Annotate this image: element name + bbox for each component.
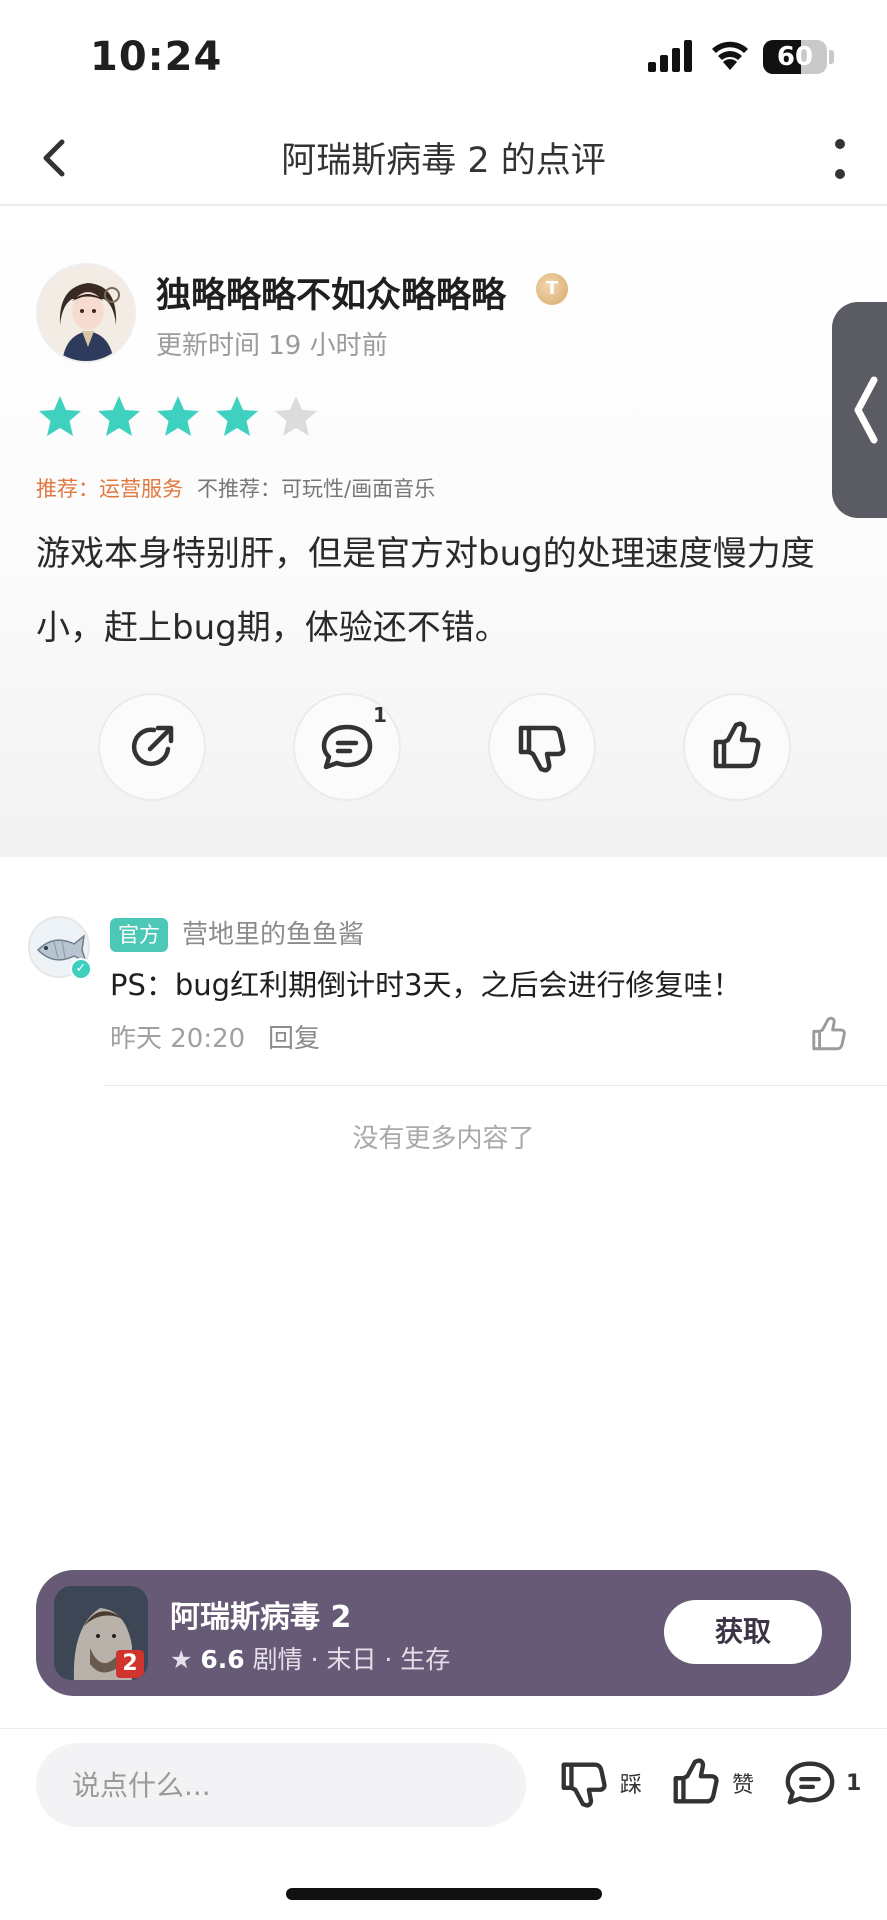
avatar-illustration [38, 265, 134, 361]
game-rating: 6.6 [200, 1645, 245, 1674]
not-recommend-value: 可玩性/画面音乐 [281, 477, 436, 501]
like-button[interactable] [683, 693, 791, 801]
comment-icon [321, 724, 373, 770]
nav-bar: 阿瑞斯病毒 2 的点评 [0, 110, 887, 206]
like-action[interactable]: 赞 [668, 1753, 754, 1813]
home-indicator[interactable] [286, 1888, 602, 1900]
comment-time: 昨天 20:20 [110, 1024, 246, 1054]
status-time: 10:24 [90, 34, 223, 80]
dislike-action[interactable]: 踩 [556, 1753, 642, 1813]
chevron-left-icon [854, 376, 878, 444]
recommend-tags: 推荐：运营服务 不推荐：可玩性/画面音乐 [36, 473, 435, 503]
review-text: 游戏本身特别肝，但是官方对bug的处理速度慢力度小，赶上bug期，体验还不错。 [36, 534, 815, 648]
star-icon [275, 396, 317, 436]
game-icon: 2 [54, 1586, 148, 1680]
page-title: 阿瑞斯病毒 2 的点评 [281, 141, 606, 181]
comment-input[interactable] [36, 1743, 526, 1827]
share-icon [131, 725, 174, 766]
review-username[interactable]: 独略略略不如众略略略 [156, 267, 506, 318]
share-button[interactable] [98, 693, 206, 801]
wifi-icon [712, 41, 748, 70]
battery-tip [829, 50, 834, 64]
thumbs-up-icon[interactable] [808, 1014, 850, 1056]
comment-icon [785, 1761, 835, 1805]
recommend-label: 推荐： [36, 477, 99, 501]
dislike-button[interactable] [488, 693, 596, 801]
user-avatar[interactable] [36, 263, 136, 363]
thumbs-up-icon [713, 721, 761, 769]
more-vertical-icon[interactable] [820, 134, 860, 186]
verified-icon: ✓ [70, 958, 92, 980]
star-icon [98, 396, 140, 436]
reply-button[interactable]: 回复 [268, 1018, 320, 1055]
battery-level: 60 [776, 42, 814, 72]
comment-count: 1 [373, 703, 387, 727]
star-icon [157, 396, 199, 436]
review-actions: 1 [98, 693, 791, 803]
star-icon [216, 396, 258, 436]
side-drawer-handle[interactable] [832, 302, 887, 518]
commenter-name[interactable]: 营地里的鱼鱼酱 [182, 918, 364, 952]
review-update-time: 更新时间 19 小时前 [156, 331, 388, 361]
game-name: 阿瑞斯病毒 2 [170, 1600, 352, 1635]
comment-action[interactable]: 1 [782, 1753, 861, 1813]
get-button[interactable]: 获取 [664, 1600, 822, 1664]
status-bar: 10:24 60 [0, 0, 887, 110]
review-card: 独略略略不如众略略略 T 更新时间 19 小时前 推荐：运营服务 不推荐：可玩性/… [0, 207, 887, 857]
game-card[interactable]: 2 阿瑞斯病毒 2 ★ 6.6 剧情 · 末日 · 生存 获取 [36, 1570, 851, 1696]
thumbs-up-icon [673, 1758, 719, 1804]
star-icon [39, 396, 81, 436]
comment-text: PS：bug红利期倒计时3天，之后会进行修复哇！ [110, 968, 742, 1002]
rating-stars [36, 393, 320, 441]
divider [104, 1085, 887, 1086]
game-meta: ★ 6.6 剧情 · 末日 · 生存 [170, 1640, 450, 1676]
game-tags: 剧情 · 末日 · 生存 [252, 1645, 451, 1674]
user-level-badge: T [536, 273, 568, 305]
thumbs-down-icon [518, 725, 566, 773]
official-tag: 官方 [110, 918, 168, 952]
like-label: 赞 [732, 1773, 755, 1798]
game-icon-badge: 2 [122, 1651, 138, 1676]
battery-icon: 60 [763, 40, 827, 74]
no-more-content: 没有更多内容了 [352, 1124, 535, 1154]
comment-count: 1 [846, 1770, 862, 1796]
star-icon: ★ [170, 1645, 193, 1674]
comment-item: ✓ 官方 营地里的鱼鱼酱 PS：bug红利期倒计时3天，之后会进行修复哇！ 昨天… [0, 880, 887, 1100]
cellular-signal-icon [648, 40, 692, 72]
recommend-value: 运营服务 [99, 477, 183, 501]
thumbs-down-icon [561, 1762, 607, 1808]
not-recommend-label: 不推荐： [197, 477, 281, 501]
dislike-label: 踩 [620, 1773, 643, 1798]
